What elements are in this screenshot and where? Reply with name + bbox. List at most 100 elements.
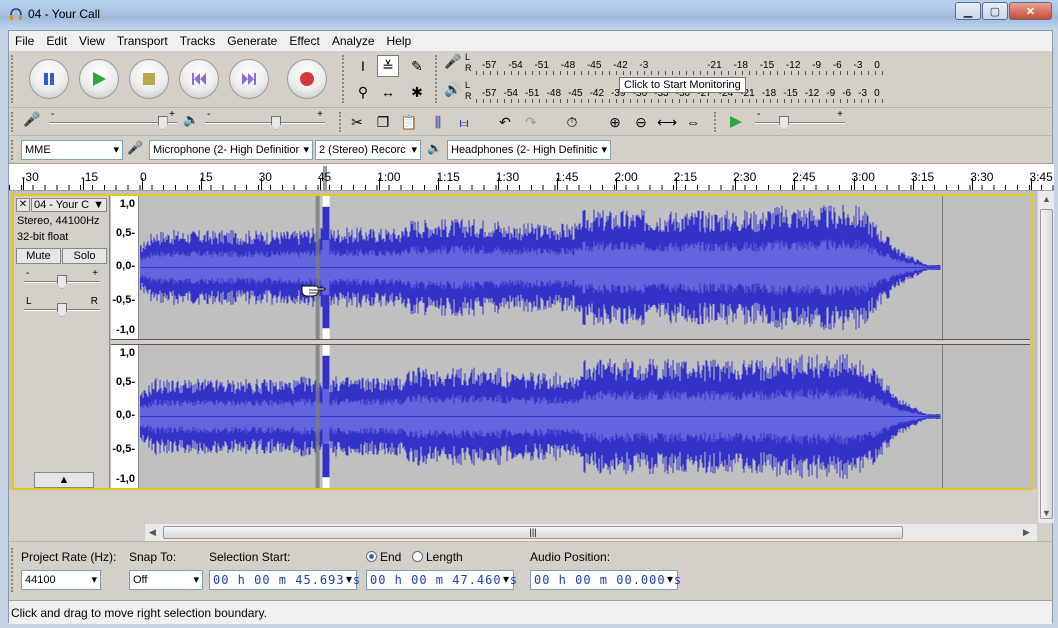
play-speed-slider[interactable]: - + [755,109,845,131]
end-radio[interactable]: End [366,550,401,564]
play-button[interactable] [79,59,119,99]
vertical-scale-left[interactable]: 1,0 0,5- 0,0- -0,5- -1,0 [111,196,139,339]
record-button[interactable] [287,59,327,99]
minimize-button[interactable]: ▁ [955,2,981,20]
input-volume-slider[interactable]: - + [49,109,177,131]
menu-file[interactable]: File [9,34,40,48]
track-bit-depth: 32-bit float [17,231,69,243]
audio-track[interactable]: ✕ 04 - Your C ▼ Stereo, 44100Hz 32-bit f… [12,194,1033,490]
playback-meter-icon[interactable]: 🔊 [444,81,461,98]
snap-to-select[interactable]: Off [129,570,203,590]
hand-cursor-icon [301,285,326,297]
playback-device-select[interactable]: Headphones (2- High Definitic [447,140,611,160]
zoom-out-button[interactable]: ⊖ [630,111,652,133]
toolbar-grip[interactable] [342,55,348,103]
cut-button[interactable]: ✂ [346,111,368,133]
timeline-ruler[interactable]: -30 -15 0 15 30 45 1:00 1:15 1:30 1:45 2:00 2:15 2:3… [9,163,1054,191]
toolbar-grip[interactable] [11,112,17,132]
project-rate-select[interactable]: 44100 [21,570,101,590]
skip-to-start-button[interactable] [179,59,219,99]
multi-tool-button[interactable]: ✱ [406,81,428,103]
length-radio[interactable]: Length [412,550,463,564]
double-arrow-icon: ↔ [381,84,395,100]
toolbar-grip[interactable] [11,548,17,592]
time-shift-tool-button[interactable]: ↔ [377,81,399,103]
audio-position-field[interactable]: 00 h 00 m 00.000 s [530,570,681,590]
scroll-thumb[interactable] [1040,209,1053,519]
draw-tool-button[interactable]: ✎ [406,55,428,77]
vertical-scale-right[interactable]: 1,0 0,5- 0,0- -0,5- -1,0 [111,345,139,488]
slider-thumb[interactable] [779,116,789,130]
meter-tick-label: -12 [785,59,801,71]
menu-help[interactable]: Help [381,34,418,48]
scroll-left-icon[interactable]: ◀ [149,527,156,538]
vertical-scrollbar[interactable]: ▲ ▼ [1037,191,1054,523]
maximize-button[interactable]: ▢ [982,2,1008,20]
audio-host-select[interactable]: MME [21,140,123,160]
sync-lock-button[interactable]: ⏱ [561,111,583,133]
maximize-icon: ▢ [989,5,1001,18]
output-volume-slider[interactable]: - + [205,109,325,131]
selection-start-field[interactable]: 00 h 00 m 45.693 s [209,570,360,590]
track-pan-slider[interactable]: L R [24,296,100,318]
scroll-right-icon[interactable]: ▶ [1023,527,1030,538]
ruler-major-tick [972,178,974,190]
recording-channels-select[interactable]: 2 (Stereo) Recorc [315,140,421,160]
menu-edit[interactable]: Edit [40,34,73,48]
waveform-right-channel[interactable] [140,345,1030,488]
recording-device-select[interactable]: Microphone (2- High Definitior [149,140,313,160]
zoom-tool-button[interactable]: ⚲ [352,81,374,103]
silence-button[interactable]: ⧦ [453,111,475,133]
scroll-thumb[interactable]: ||| [163,526,903,539]
slider-thumb[interactable] [57,275,67,289]
menu-view[interactable]: View [73,34,111,48]
solo-button[interactable]: Solo [62,248,107,264]
track-panel[interactable]: ✕ 04 - Your C ▼ Stereo, 44100Hz 32-bit f… [9,191,1037,490]
meter-tick-label: -15 [783,87,798,99]
close-track-button[interactable]: ✕ [16,198,30,212]
track-gain-slider[interactable]: - + [24,268,100,290]
toolbar-grip[interactable] [714,112,720,132]
slider-thumb[interactable] [157,116,168,130]
mute-button[interactable]: Mute [16,248,61,264]
zoom-in-button[interactable]: ⊕ [604,111,626,133]
toolbar-grip[interactable] [435,55,441,103]
redo-button[interactable]: ↷ [520,111,542,133]
toolbar-grip[interactable] [11,55,17,103]
slider-thumb[interactable] [271,116,281,130]
menu-effect[interactable]: Effect [283,34,325,48]
copy-button[interactable]: ❐ [372,111,394,133]
menu-transport[interactable]: Transport [111,34,174,48]
waveform-left-channel[interactable] [140,196,1030,339]
stop-button[interactable] [129,59,169,99]
fit-selection-button[interactable]: ⟷ [656,111,678,133]
track-name-menu[interactable]: 04 - Your C ▼ [31,198,107,212]
undo-button[interactable]: ↶ [494,111,516,133]
toolbar-grip[interactable] [339,112,345,132]
paste-button[interactable]: 📋 [398,111,420,133]
menu-tracks[interactable]: Tracks [174,34,222,48]
horizontal-scrollbar[interactable]: ◀ ||| ▶ [145,524,1037,541]
pause-button[interactable] [29,59,69,99]
menu-analyze[interactable]: Analyze [326,34,381,48]
selection-tool-button[interactable]: I [352,55,374,77]
record-meter-icon[interactable]: 🎤 [444,53,461,70]
trim-button[interactable]: ⫼ [427,111,449,133]
meter-tick-label: -18 [761,87,777,99]
title-bar: 04 - Your Call ▁ ▢ ✕ [0,0,1058,30]
selection-end-field[interactable]: 00 h 00 m 47.460 s [366,570,517,590]
toolbar-grip[interactable] [11,140,17,160]
scroll-up-icon[interactable]: ▲ [1042,194,1051,204]
record-meter[interactable]: -57 -54 -51 -48 -45 -42 -3 -21 -18 -15 -12 -9 -6 -3 0 [476,55,886,75]
chevron-up-icon: ▲ [58,474,70,486]
transport-toolbar-row: I ≚ ✎ ⚲ ↔ ✱ 🎤 L R -57 -54 -51 -48 -45 -42 -3 -2… [9,51,1052,107]
scroll-down-icon[interactable]: ▼ [1042,508,1051,518]
skip-to-end-button[interactable] [229,59,269,99]
envelope-tool-button[interactable]: ≚ [377,55,399,77]
fit-project-button[interactable]: ⇔ [682,111,704,133]
slider-thumb[interactable] [57,303,67,317]
menu-generate[interactable]: Generate [221,34,283,48]
close-button[interactable]: ✕ [1009,2,1052,20]
collapse-track-button[interactable]: ▲ [34,472,94,488]
play-at-speed-button[interactable] [725,111,747,133]
